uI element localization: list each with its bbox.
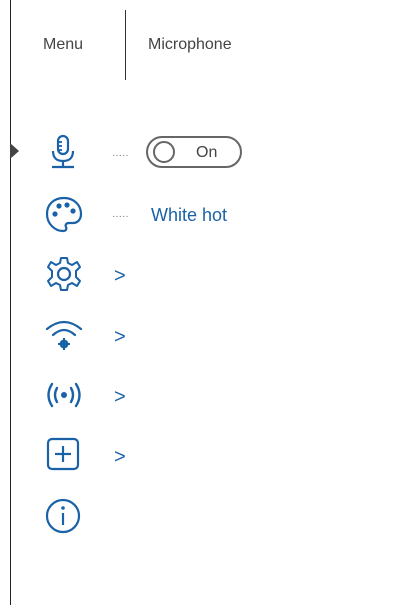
menu-item-add[interactable]: > <box>0 436 400 486</box>
toggle-knob <box>153 141 175 163</box>
menu-screen: Menu Microphone ····· On ····· White hot… <box>0 0 400 605</box>
settings-gear-icon <box>44 255 84 295</box>
row-dots: ····· <box>112 150 129 161</box>
palette-value: White hot <box>151 205 228 225</box>
microphone-icon <box>44 134 84 174</box>
broadcast-icon <box>44 376 84 416</box>
menu-label[interactable]: Menu <box>43 36 83 54</box>
menu-item-microphone[interactable]: ····· On <box>0 134 400 184</box>
microphone-toggle[interactable]: On <box>146 136 242 168</box>
menu-item-info[interactable] <box>0 497 400 547</box>
menu-item-broadcast[interactable]: > <box>0 376 400 426</box>
menu-item-wifi[interactable]: > <box>0 316 400 366</box>
header-divider <box>125 10 126 80</box>
page-title: Microphone <box>148 36 232 53</box>
chevron-right-icon: > <box>114 326 126 348</box>
menu-item-palette[interactable]: ····· White hot <box>0 195 400 245</box>
chevron-right-icon: > <box>114 386 126 408</box>
chevron-right-icon: > <box>114 265 126 287</box>
row-dots: ····· <box>112 211 129 222</box>
add-box-icon <box>44 436 84 476</box>
wifi-settings-icon <box>44 316 84 356</box>
chevron-right-icon: > <box>114 446 126 468</box>
info-icon <box>44 497 84 537</box>
toggle-label: On <box>196 144 218 161</box>
palette-icon <box>44 195 84 235</box>
menu-item-settings[interactable]: > <box>0 255 400 305</box>
